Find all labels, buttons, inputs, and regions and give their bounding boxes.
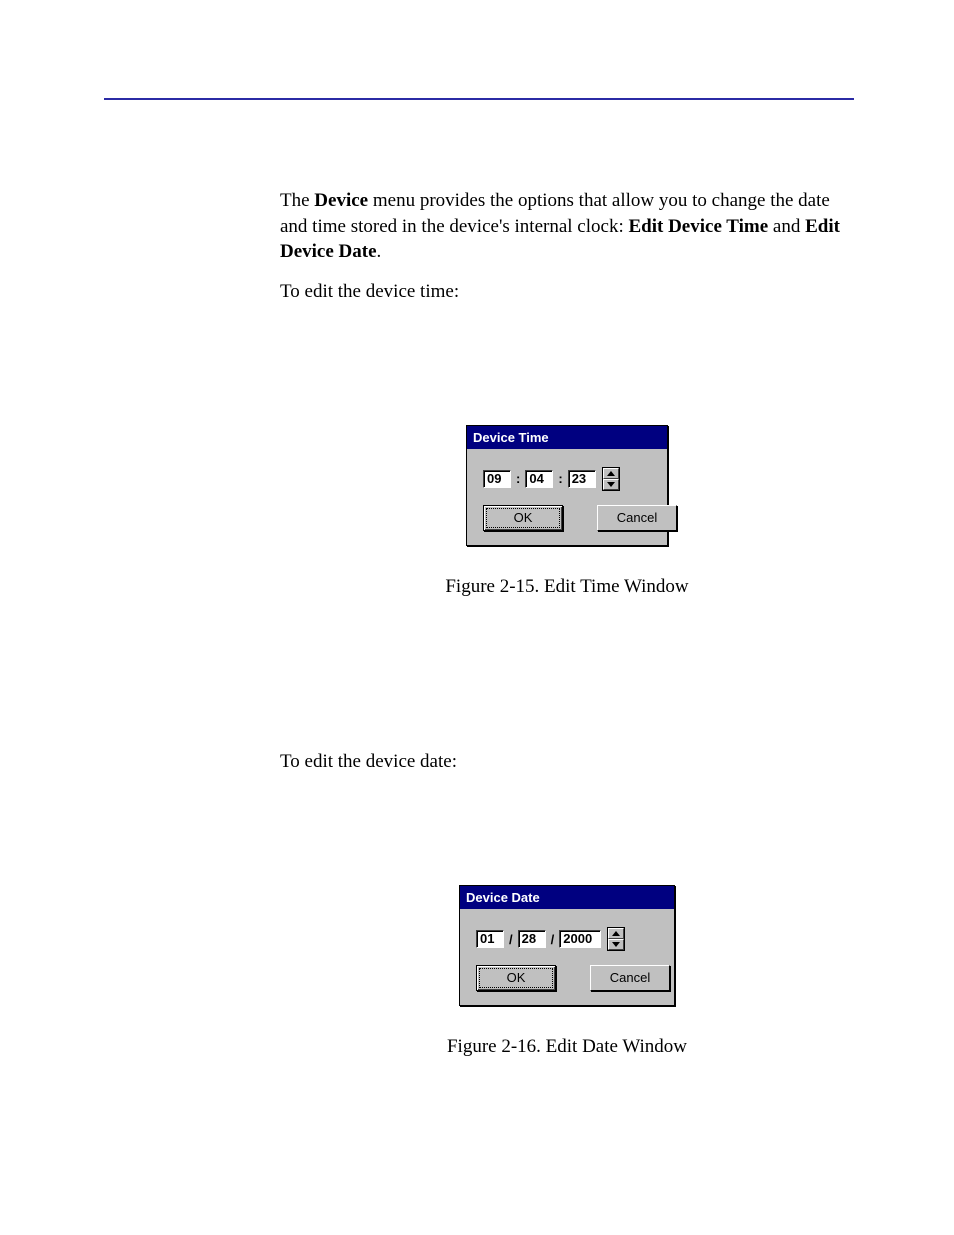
paragraph-edit-date-lead: To edit the device date: xyxy=(280,749,854,775)
date-separator: / xyxy=(508,931,514,949)
text: The xyxy=(280,190,314,211)
paragraph-edit-time-lead: To edit the device time: xyxy=(280,279,854,305)
date-button-row: OK Cancel xyxy=(476,965,658,991)
device-date-window: Device Date 01 / 28 / 2000 OK xyxy=(459,885,675,1006)
figure-edit-time: Device Time 09 : 04 : 23 OK xyxy=(280,425,854,600)
date-spinner[interactable] xyxy=(607,927,625,951)
text: . xyxy=(377,241,382,262)
figure-edit-date: Device Date 01 / 28 / 2000 OK xyxy=(280,885,854,1060)
figure-caption-2-16: Figure 2-16. Edit Date Window xyxy=(280,1034,854,1060)
spinner-down-icon[interactable] xyxy=(603,479,619,490)
arrow-up-icon xyxy=(607,471,615,476)
time-fields: 09 : 04 : 23 xyxy=(483,467,651,491)
text-bold-device: Device xyxy=(314,190,368,211)
time-separator: : xyxy=(515,470,521,488)
arrow-down-icon xyxy=(607,482,615,487)
date-fields: 01 / 28 / 2000 xyxy=(476,927,658,951)
cancel-button[interactable]: Cancel xyxy=(597,505,677,531)
date-day-field[interactable]: 28 xyxy=(518,930,546,948)
time-separator: : xyxy=(557,470,563,488)
content-column: The Device menu provides the options tha… xyxy=(280,188,854,1060)
figure-caption-2-15: Figure 2-15. Edit Time Window xyxy=(280,574,854,600)
time-button-row: OK Cancel xyxy=(483,505,651,531)
device-time-titlebar: Device Time xyxy=(467,426,667,450)
device-time-window: Device Time 09 : 04 : 23 OK xyxy=(466,425,668,546)
header-rule xyxy=(104,98,854,100)
ok-button[interactable]: OK xyxy=(483,505,563,531)
device-date-client: 01 / 28 / 2000 OK Cancel xyxy=(460,909,674,1005)
arrow-up-icon xyxy=(612,931,620,936)
date-separator: / xyxy=(550,931,556,949)
spinner-down-icon[interactable] xyxy=(608,939,624,950)
time-spinner[interactable] xyxy=(602,467,620,491)
time-seconds-field[interactable]: 23 xyxy=(568,470,596,488)
ok-button[interactable]: OK xyxy=(476,965,556,991)
spinner-up-icon[interactable] xyxy=(603,468,619,479)
time-minutes-field[interactable]: 04 xyxy=(525,470,553,488)
text: and xyxy=(768,216,805,237)
text-bold-edit-device-time: Edit Device Time xyxy=(628,216,768,237)
date-year-field[interactable]: 2000 xyxy=(559,930,601,948)
time-hours-field[interactable]: 09 xyxy=(483,470,511,488)
page: The Device menu provides the options tha… xyxy=(0,98,954,1060)
device-time-client: 09 : 04 : 23 OK Cancel xyxy=(467,449,667,545)
device-date-titlebar: Device Date xyxy=(460,886,674,910)
arrow-down-icon xyxy=(612,942,620,947)
spinner-up-icon[interactable] xyxy=(608,928,624,939)
cancel-button[interactable]: Cancel xyxy=(590,965,670,991)
date-month-field[interactable]: 01 xyxy=(476,930,504,948)
paragraph-device-menu: The Device menu provides the options tha… xyxy=(280,188,854,265)
